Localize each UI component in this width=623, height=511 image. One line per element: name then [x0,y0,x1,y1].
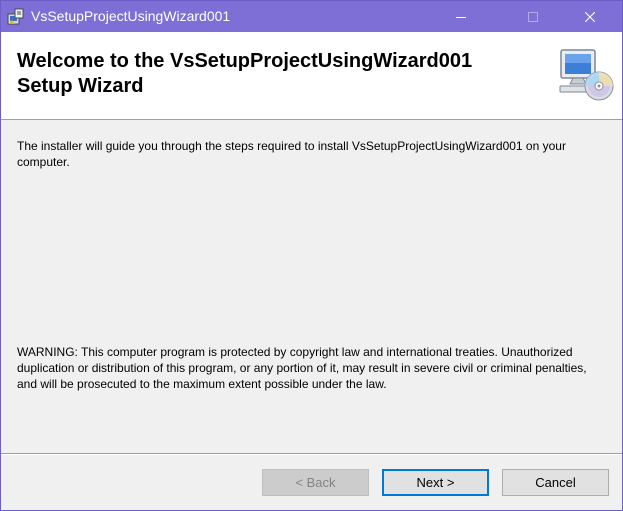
back-button: < Back [262,469,369,496]
wizard-title-line-2: Setup Wizard [17,75,144,97]
computer-cd-icon [557,48,615,104]
cancel-button[interactable]: Cancel [502,469,609,496]
installer-app-icon [7,8,25,26]
next-button[interactable]: Next > [382,469,489,496]
minimize-icon [456,16,466,18]
copyright-warning-text: WARNING: This computer program is protec… [17,345,587,391]
wizard-title-line-1: Welcome to the VsSetupProjectUsingWizard… [17,50,473,72]
wizard-header: Welcome to the VsSetupProjectUsingWizard… [1,32,622,120]
title-bar[interactable]: VsSetupProjectUsingWizard001 [1,1,622,32]
button-separator [1,453,622,455]
close-icon [585,11,595,22]
close-button[interactable] [567,1,613,32]
wizard-title: Welcome to the VsSetupProjectUsingWizard… [17,49,537,99]
maximize-icon [528,11,538,22]
intro-text: The installer will guide you through the… [17,139,566,169]
minimize-button[interactable] [438,1,484,32]
setup-wizard-window: VsSetupProjectUsingWizard001 Welcome to … [0,0,623,511]
window-title: VsSetupProjectUsingWizard001 [31,8,231,24]
maximize-button [510,1,556,32]
